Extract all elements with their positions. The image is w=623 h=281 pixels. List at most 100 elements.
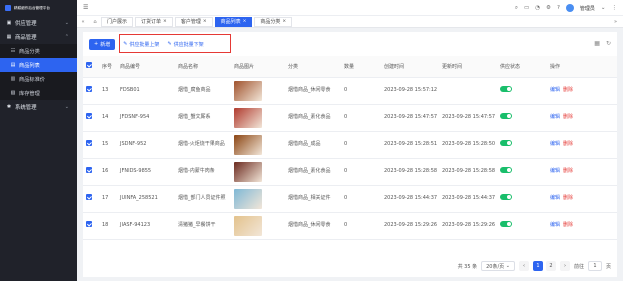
add-button[interactable]: + 新增 <box>89 38 116 50</box>
edit-link[interactable]: 编辑 <box>550 114 560 120</box>
edit-link[interactable]: 编辑 <box>550 87 560 93</box>
more-icon[interactable]: ⋮ <box>612 5 618 11</box>
row-checkbox[interactable] <box>86 194 92 200</box>
status-toggle[interactable] <box>500 221 512 227</box>
updated-time: 2023-09-28 15:28:50 <box>439 131 497 159</box>
close-icon[interactable]: × <box>163 19 167 24</box>
close-icon[interactable]: × <box>203 19 207 24</box>
page-suffix: 页 <box>605 263 611 270</box>
column-header: 商品编号 <box>117 56 175 78</box>
goto-label: 前往 <box>573 263 584 270</box>
edit-link[interactable]: 编辑 <box>550 222 560 228</box>
row-checkbox[interactable] <box>86 86 92 92</box>
prev-page-button[interactable]: ‹ <box>518 261 529 271</box>
avatar[interactable] <box>565 4 574 12</box>
sidebar-subitem-label: 商品分类 <box>19 48 40 55</box>
column-header: 商品名称 <box>175 56 231 78</box>
goods-image <box>234 134 262 155</box>
refresh-icon[interactable]: ↻ <box>606 40 611 47</box>
close-icon[interactable]: × <box>282 19 286 24</box>
updated-time <box>439 77 497 105</box>
user-dropdown-icon[interactable]: ⌄ <box>601 5 606 11</box>
tab-1[interactable]: 订货订单 × <box>135 16 173 27</box>
actions-cell: 编辑 删除 <box>547 212 617 240</box>
row-select-cell <box>83 212 99 240</box>
edit-link[interactable]: 编辑 <box>550 168 560 174</box>
tab-0[interactable]: 门户展示 <box>101 16 134 27</box>
goods-image-cell <box>231 185 285 213</box>
row-checkbox[interactable] <box>86 167 92 173</box>
edit-link[interactable]: 编辑 <box>550 195 560 201</box>
close-icon[interactable]: × <box>243 19 247 24</box>
table-row: 16 JFNIDS-9855 烟惜-内蒙牛肉条 烟惜商品_素化食品 0 2023-09-2… <box>83 158 617 186</box>
menu-toggle-icon[interactable]: ☰ <box>77 4 91 11</box>
tab-2[interactable]: 客户管理 × <box>174 16 213 27</box>
row-checkbox[interactable] <box>86 221 92 227</box>
page-size-select[interactable]: 20条/页 ⌄ <box>481 261 515 271</box>
next-page-button[interactable]: › <box>559 261 570 271</box>
goods-image <box>234 80 262 101</box>
row-select-cell <box>83 158 99 186</box>
tabs-prev-icon[interactable]: « <box>77 19 89 25</box>
delete-link[interactable]: 删除 <box>563 195 573 201</box>
status-toggle[interactable] <box>500 86 512 92</box>
goods-name: 烟惜_蟹文厮系 <box>175 104 231 132</box>
sidebar-subitem-2[interactable]: ▥ 商品标准价 <box>0 72 77 86</box>
toolbar: + 新增 ✎ 供应批量上架 ✎ 供应批量下架 ▦ ↻ <box>83 32 617 56</box>
delete-link[interactable]: 删除 <box>563 114 573 120</box>
status-toggle[interactable] <box>500 194 512 200</box>
row-checkbox[interactable] <box>86 113 92 119</box>
status-toggle[interactable] <box>500 167 512 173</box>
delete-link[interactable]: 删除 <box>563 87 573 93</box>
edit-link[interactable]: 编辑 <box>550 141 560 147</box>
app-logo: 精耕细作后台管理平台 <box>0 0 77 16</box>
goods-table: 序号 商品编号 商品名称 商品图片 分类 数量 创建时间 更新时间 供应状态 操作 13 FDSB0… <box>83 56 617 240</box>
goods-category: 烟惜商品_休闲零食 <box>285 77 341 105</box>
sidebar-subitem-label: 商品标准价 <box>19 76 45 83</box>
search-icon[interactable]: ⌕ <box>515 5 518 12</box>
chevron-down-icon: ⌄ <box>64 20 69 26</box>
sidebar-subitem-0[interactable]: ☷ 商品分类 <box>0 44 77 58</box>
sidebar-subitem-3[interactable]: ▧ 库存管理 <box>0 86 77 100</box>
select-all-header[interactable] <box>83 56 99 78</box>
column-settings-icon[interactable]: ▦ <box>594 40 600 47</box>
screen-icon[interactable]: ▭ <box>524 5 529 11</box>
row-select-cell <box>83 131 99 159</box>
status-toggle[interactable] <box>500 140 512 146</box>
total-count: 共 35 条 <box>457 263 478 270</box>
select-all-checkbox[interactable] <box>86 62 92 69</box>
home-icon[interactable]: ⌂ <box>89 19 101 25</box>
created-time: 2023-09-28 15:57:12 <box>381 77 439 105</box>
column-header: 分类 <box>285 56 341 78</box>
status-cell <box>497 212 547 240</box>
column-header: 创建时间 <box>381 56 439 78</box>
delete-link[interactable]: 删除 <box>563 222 573 228</box>
tab-3[interactable]: 商品列表 × <box>214 16 253 27</box>
goto-page-input[interactable]: 1 <box>587 261 602 271</box>
sidebar-subitem-1[interactable]: ▤ 商品列表 <box>0 58 77 72</box>
status-toggle[interactable] <box>500 113 512 119</box>
table-row: 13 FDSB01 烟惜_腐鱼商品 烟惜商品_休闲零食 0 2023-09-28 15:5… <box>83 77 617 105</box>
created-time: 2023-09-28 15:44:37 <box>381 185 439 213</box>
created-time: 2023-09-28 15:29:26 <box>381 212 439 240</box>
page-button-1[interactable]: 1 <box>532 261 543 271</box>
row-checkbox[interactable] <box>86 140 92 146</box>
goods-category: 烟惜商品_素化食品 <box>285 158 341 186</box>
tabs-next-icon[interactable]: » <box>614 19 617 25</box>
tab-4[interactable]: 商品分类 × <box>254 16 293 27</box>
topbar: ☰ ⌕ ▭ ◔ ⚙ ? 管理员 ⌄ ⋮ <box>77 0 623 16</box>
submenu-1: ☷ 商品分类 ▤ 商品列表 ▥ 商品标准价 ▧ 库存管理 <box>0 44 77 100</box>
sidebar-item-0[interactable]: ▣ 供应管理 ⌄ <box>0 16 77 30</box>
delete-link[interactable]: 删除 <box>563 141 573 147</box>
page-button-2[interactable]: 2 <box>545 261 556 271</box>
created-time: 2023-09-28 15:28:58 <box>381 158 439 186</box>
help-icon[interactable]: ? <box>557 5 560 11</box>
notification-icon[interactable]: ◔ <box>535 5 540 11</box>
delete-link[interactable]: 删除 <box>563 168 573 174</box>
settings-icon[interactable]: ⚙ <box>546 5 551 11</box>
sidebar-item-2[interactable]: ✱ 系统管理 ⌄ <box>0 100 77 114</box>
sidebar-item-1[interactable]: ▦ 商品管理 ⌃ <box>0 30 77 44</box>
actions-cell: 编辑 删除 <box>547 131 617 159</box>
user-name[interactable]: 管理员 <box>580 5 595 12</box>
goods-name: 烟惜_部门人员证件照 <box>175 185 231 213</box>
